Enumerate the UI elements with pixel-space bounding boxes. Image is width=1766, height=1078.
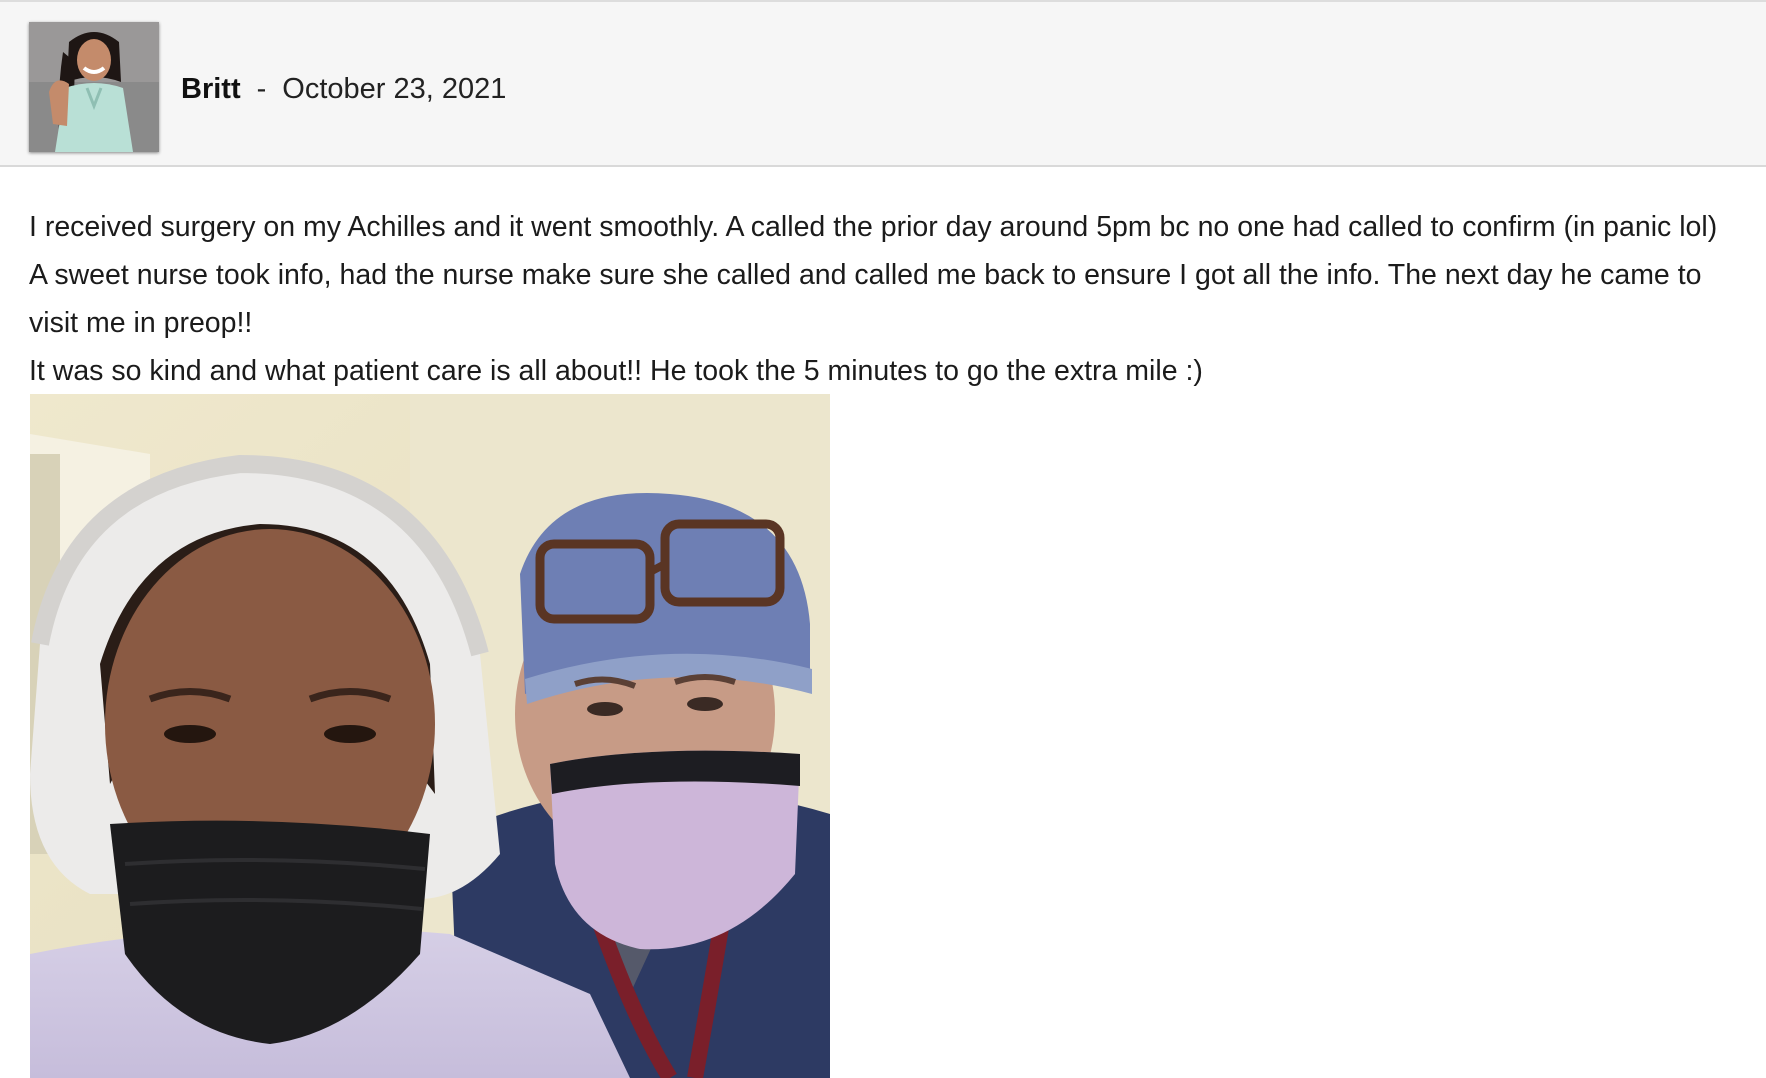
- avatar-image: [29, 22, 159, 152]
- review-text-line: visit me in preop!!: [29, 307, 253, 339]
- name-date-separator: -: [256, 72, 267, 105]
- reviewer-info: Britt - October 23, 2021: [181, 65, 506, 113]
- review-header: Britt - October 23, 2021: [0, 0, 1766, 167]
- review-card: Britt - October 23, 2021 I received surg…: [0, 0, 1766, 1078]
- photo-image: [30, 394, 830, 1078]
- review-text-line: I received surgery on my Achilles and it…: [29, 211, 1718, 243]
- review-text-line: It was so kind and what patient care is …: [29, 355, 1203, 387]
- review-date: October 23, 2021: [282, 72, 507, 105]
- review-photo[interactable]: [30, 394, 830, 1078]
- review-text: I received surgery on my Achilles and it…: [29, 203, 1749, 395]
- reviewer-name[interactable]: Britt: [181, 73, 241, 106]
- review-text-line: A sweet nurse took info, had the nurse m…: [29, 259, 1702, 291]
- avatar[interactable]: [29, 22, 159, 152]
